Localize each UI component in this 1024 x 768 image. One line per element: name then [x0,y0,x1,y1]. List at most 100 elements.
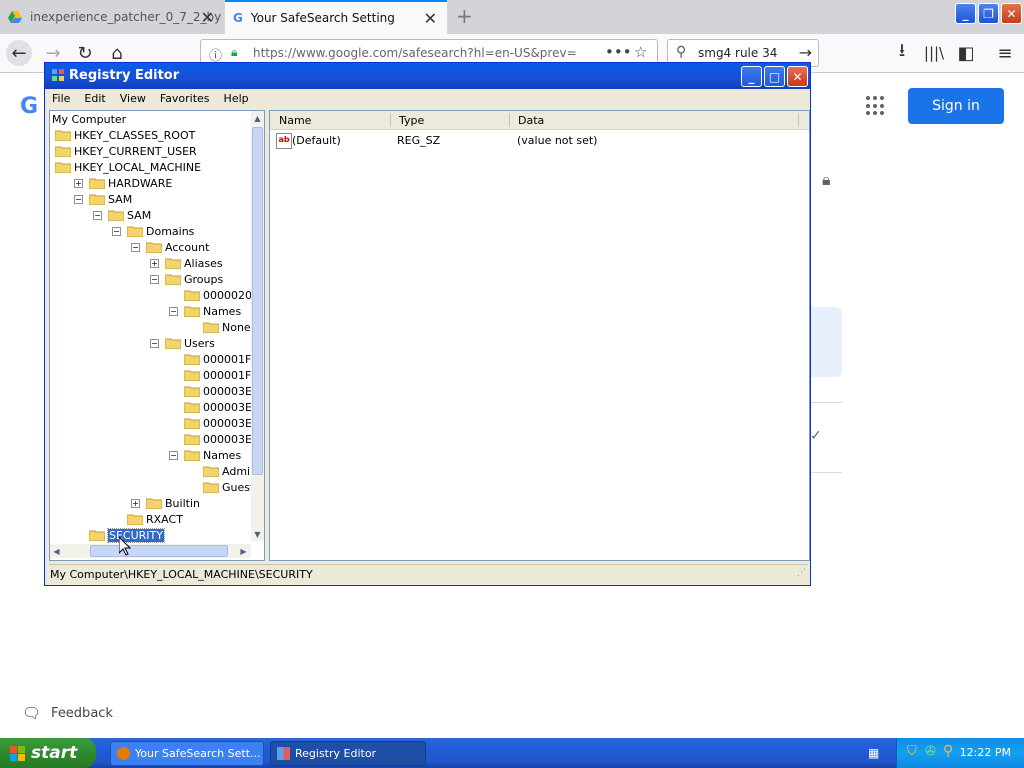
tree-node[interactable]: 00000201 [169,287,259,303]
tree-node[interactable]: − Users [150,335,215,351]
taskbar-item-registry-editor[interactable]: Registry Editor [270,741,426,766]
sign-in-button[interactable]: Sign in [908,88,1004,124]
tree-node[interactable]: − Groups [150,271,223,287]
tree-node[interactable]: 000001F5 [169,367,258,383]
tree-node[interactable]: − SAM [74,191,132,207]
folder-icon [184,449,203,461]
folder-icon [146,241,165,253]
minimize-icon[interactable]: _ [955,3,976,24]
expand-icon[interactable]: + [74,178,83,188]
menu-file[interactable]: File [45,89,77,109]
tree-node[interactable]: Guest [188,479,254,495]
tree-node-label: Account [165,240,210,254]
new-tab-icon[interactable]: + [456,4,473,28]
sidebar-icon[interactable]: ◧ [953,40,979,66]
start-button[interactable]: start [0,738,96,768]
folder-icon [184,369,203,381]
scroll-thumb[interactable] [90,545,228,557]
keyboard-icon[interactable]: ▦ [868,746,879,760]
shield-icon[interactable]: ⛉ [907,744,917,759]
back-icon[interactable]: ← [6,40,32,66]
menu-edit[interactable]: Edit [77,89,112,109]
download-icon[interactable]: ⭳ [889,40,915,66]
tree-node[interactable]: − Domains [112,223,194,239]
feedback-link[interactable]: 🗨︎ Feedback [22,704,113,722]
menu-view[interactable]: View [113,89,153,109]
collapse-icon[interactable]: − [169,450,178,460]
tree-node[interactable]: − SAM [93,207,151,223]
close-tab-icon[interactable]: ✕ [201,8,214,27]
close-tab-icon[interactable]: ✕ [424,9,437,28]
page-actions-icon[interactable]: ••• [605,43,632,61]
resize-grip-icon[interactable]: ⋰ [797,568,806,578]
tree-node[interactable]: − Names [169,303,241,319]
tree-node[interactable]: My Computer [52,111,126,127]
column-data[interactable]: Data [518,114,544,127]
minimize-button[interactable]: _ [741,66,762,87]
search-tray-icon[interactable]: ⚲ [943,743,953,759]
tab-inexperience-patcher[interactable]: inexperience_patcher_0_7_2_by ✕ [0,0,224,34]
tree-node[interactable]: + Aliases [150,255,223,271]
registry-editor-window[interactable]: Registry Editor _ □ ✕ File Edit View Fav… [44,62,811,586]
collapse-icon[interactable]: − [93,210,102,220]
status-path: My Computer\HKEY_LOCAL_MACHINE\SECURITY [50,568,313,581]
tree-horizontal-scrollbar[interactable]: ◀ ▶ [50,544,251,558]
folder-icon [184,353,203,365]
tree-node[interactable]: HKEY_CLASSES_ROOT [55,127,195,143]
registry-editor-title-bar[interactable]: Registry Editor _ □ ✕ [45,63,810,89]
scroll-right-icon[interactable]: ▶ [237,544,250,558]
tree-node[interactable]: None [188,319,251,335]
tree-node[interactable]: + HARDWARE [74,175,172,191]
collapse-icon[interactable]: − [169,306,178,316]
apps-grid-icon[interactable] [866,96,886,116]
scroll-left-icon[interactable]: ◀ [50,544,63,558]
tree-vertical-scrollbar[interactable]: ▲ ▼ [251,111,264,541]
taskbar-item-browser[interactable]: Your SafeSearch Sett... [110,741,264,766]
column-name[interactable]: Name [279,114,311,127]
menu-icon[interactable]: ≡ [992,40,1018,66]
collapse-icon[interactable]: − [112,226,121,236]
list-item[interactable]: ab (Default) REG_SZ (value not set) [270,133,809,149]
network-icon[interactable]: ✇ [925,744,936,759]
scroll-thumb[interactable] [252,127,263,475]
menu-help[interactable]: Help [217,89,256,109]
tree-node[interactable]: RXACT [112,511,183,527]
scroll-down-icon[interactable]: ▼ [251,527,264,541]
collapse-icon[interactable]: − [74,194,83,204]
close-button[interactable]: ✕ [787,66,808,87]
tree-node[interactable]: HKEY_CURRENT_USER [55,143,197,159]
collapse-icon[interactable]: − [150,274,159,284]
restore-icon[interactable]: ❐ [978,3,999,24]
tree-node[interactable]: 000003EA [169,399,259,415]
tree-node[interactable]: − Account [131,239,209,255]
folder-icon [203,465,222,477]
values-list[interactable]: Name Type Data ab (Default) REG_SZ (valu… [269,110,810,561]
tree-node[interactable]: 000003E8 [169,383,259,399]
maximize-button[interactable]: □ [764,66,785,87]
key-tree[interactable]: My Computer HKEY_CLASSES_ROOT HKEY_CURRENT… [49,110,265,561]
expand-icon[interactable]: + [131,498,140,508]
tree-node[interactable]: 000001F4 [169,351,258,367]
browser-tab-bar: inexperience_patcher_0_7_2_by ✕ G Your S… [0,0,1024,34]
collapse-icon[interactable]: − [131,242,140,252]
tab-safesearch[interactable]: G Your SafeSearch Setting ✕ [225,0,447,34]
column-type[interactable]: Type [399,114,424,127]
tree-node[interactable]: 000003EB [169,415,260,431]
tree-node[interactable]: Admin [188,463,257,479]
tree-node-label: Names [203,304,242,318]
expand-icon[interactable]: + [150,258,159,268]
search-go-icon[interactable]: → [799,43,812,62]
bookmark-star-icon[interactable]: ☆ [634,43,647,61]
folder-icon [55,145,74,157]
menu-favorites[interactable]: Favorites [153,89,217,109]
tree-node[interactable]: − Names [169,447,241,463]
tree-node[interactable]: + Builtin [131,495,200,511]
close-window-icon[interactable]: ✕ [1001,3,1022,24]
tree-node-label: Groups [184,272,224,286]
library-icon[interactable]: |||\ [921,40,947,66]
tree-node[interactable]: 000003EC [169,431,260,447]
tree-node[interactable]: HKEY_LOCAL_MACHINE [55,159,201,175]
scroll-up-icon[interactable]: ▲ [251,111,264,125]
collapse-icon[interactable]: − [150,338,159,348]
tree-node-label: Domains [146,224,195,238]
